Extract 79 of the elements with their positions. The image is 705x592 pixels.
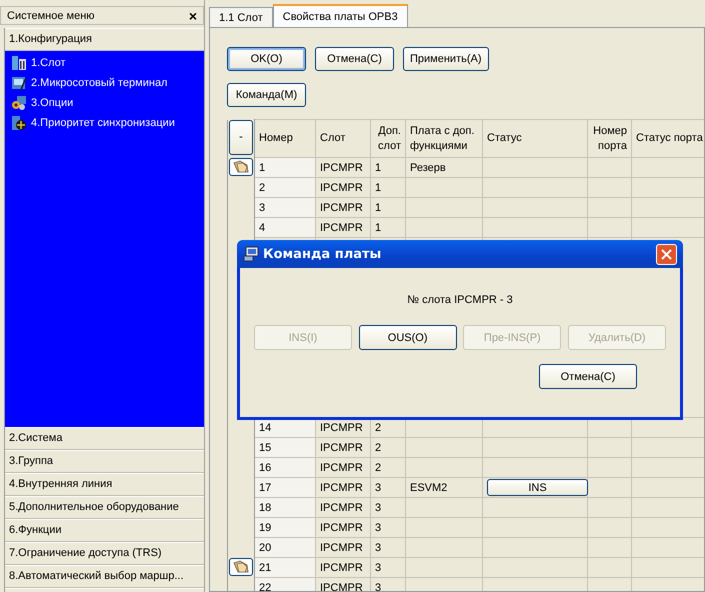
status-button[interactable]: INS	[487, 479, 588, 496]
table-cell: 17	[254, 478, 316, 498]
column-header: Плата с доп. функциями	[406, 120, 482, 158]
close-button[interactable]: ×	[186, 8, 199, 22]
table-cell: IPCMPR	[316, 478, 370, 498]
column-header: Доп. слот	[370, 120, 406, 158]
table-cell: IPCMPR	[316, 518, 370, 538]
table-cell: 1	[370, 198, 406, 218]
tab[interactable]: Свойства платы OPB3	[272, 4, 408, 27]
table-cell: 1	[370, 218, 406, 238]
table-cell: IPCMPR	[316, 158, 370, 178]
table-cell: 4	[254, 218, 316, 238]
column-header: Статус порта	[632, 120, 704, 158]
dialog-title: Команда платы	[263, 246, 382, 262]
column-header: Слот	[316, 120, 370, 158]
menu-item[interactable]: 4.Приоритет синхронизации	[31, 117, 175, 129]
tab[interactable]: 1.1 Слот	[209, 7, 273, 27]
table-cell: IPCMPR	[316, 178, 370, 198]
menu-section[interactable]: 8.Автоматический выбор маршр...	[5, 565, 204, 588]
menu-section[interactable]: 3.Группа	[5, 450, 204, 473]
table-cell: 3	[254, 198, 316, 218]
table-cell: 2	[254, 178, 316, 198]
expand-button[interactable]	[229, 158, 253, 176]
table-cell: 2	[370, 438, 406, 458]
table-cell: 3	[370, 498, 406, 518]
terminal-icon	[11, 75, 27, 91]
folder-icon	[232, 160, 250, 173]
table-cell: 19	[254, 518, 316, 538]
table-cell: 22	[254, 578, 316, 591]
table-cell: IPCMPR	[316, 538, 370, 558]
table-cell: Резерв	[410, 162, 446, 174]
menu-section[interactable]: 2.Система	[5, 427, 204, 450]
table-cell: IPCMPR	[316, 558, 370, 578]
folder-icon	[232, 560, 250, 573]
action-button[interactable]: Отмена(C)	[315, 47, 394, 71]
close-button[interactable]	[656, 244, 677, 264]
table-cell: 1	[370, 158, 406, 178]
expand-button[interactable]	[229, 558, 253, 576]
column-header: Номер порта	[588, 120, 632, 158]
menu-item[interactable]: 1.Слот	[31, 57, 66, 69]
sync-icon	[11, 115, 27, 131]
table-cell: 3	[370, 538, 406, 558]
menu-item[interactable]: 2.Микросотовый терминал	[31, 77, 168, 89]
table-cell: IPCMPR	[316, 218, 370, 238]
menu-group-header[interactable]: 1.Конфигурация	[5, 28, 204, 51]
command-option-button[interactable]: OUS(O)	[358, 325, 457, 350]
table-cell: 2	[370, 458, 406, 478]
table-cell: 15	[254, 438, 316, 458]
table-cell: 3	[370, 478, 406, 498]
menu-section[interactable]: 7.Ограничение доступа (TRS)	[5, 542, 204, 565]
table-cell: IPCMPR	[316, 198, 370, 218]
rack-icon	[11, 55, 27, 71]
cancel-button[interactable]: Отмена(C)	[539, 364, 637, 389]
gears-icon	[11, 95, 27, 111]
table-cell: IPCMPR	[316, 498, 370, 518]
menu-section[interactable]: 4.Внутренняя линия	[5, 473, 204, 496]
table-cell: 1	[370, 178, 406, 198]
table-cell: 3	[370, 518, 406, 538]
action-button[interactable]: Применить(A)	[403, 47, 488, 71]
table-cell: 18	[254, 498, 316, 518]
table-cell: 16	[254, 458, 316, 478]
command-button[interactable]: Команда(M)	[227, 83, 306, 107]
table-cell: ESVM2	[410, 482, 448, 494]
menu-item[interactable]: 3.Опции	[31, 97, 74, 109]
table-cell: IPCMPR	[316, 458, 370, 478]
table-cell: 1	[254, 158, 316, 178]
menu-section[interactable]: 5.Дополнительное оборудование	[5, 496, 204, 519]
column-header: Статус	[482, 120, 588, 158]
menu-section[interactable]: 6.Функции	[5, 519, 204, 542]
table-cell: 21	[254, 558, 316, 578]
close-icon	[661, 248, 672, 260]
collapse-button[interactable]: -	[229, 120, 253, 154]
sidebar-title: Системное меню	[7, 10, 95, 22]
action-button[interactable]: OK(O)	[227, 47, 306, 71]
table-cell: 3	[370, 558, 406, 578]
computer-icon	[243, 246, 259, 262]
table-cell: 20	[254, 538, 316, 558]
table-cell: IPCMPR	[316, 438, 370, 458]
dialog-message: № слота IPCMPR - 3	[406, 294, 514, 308]
